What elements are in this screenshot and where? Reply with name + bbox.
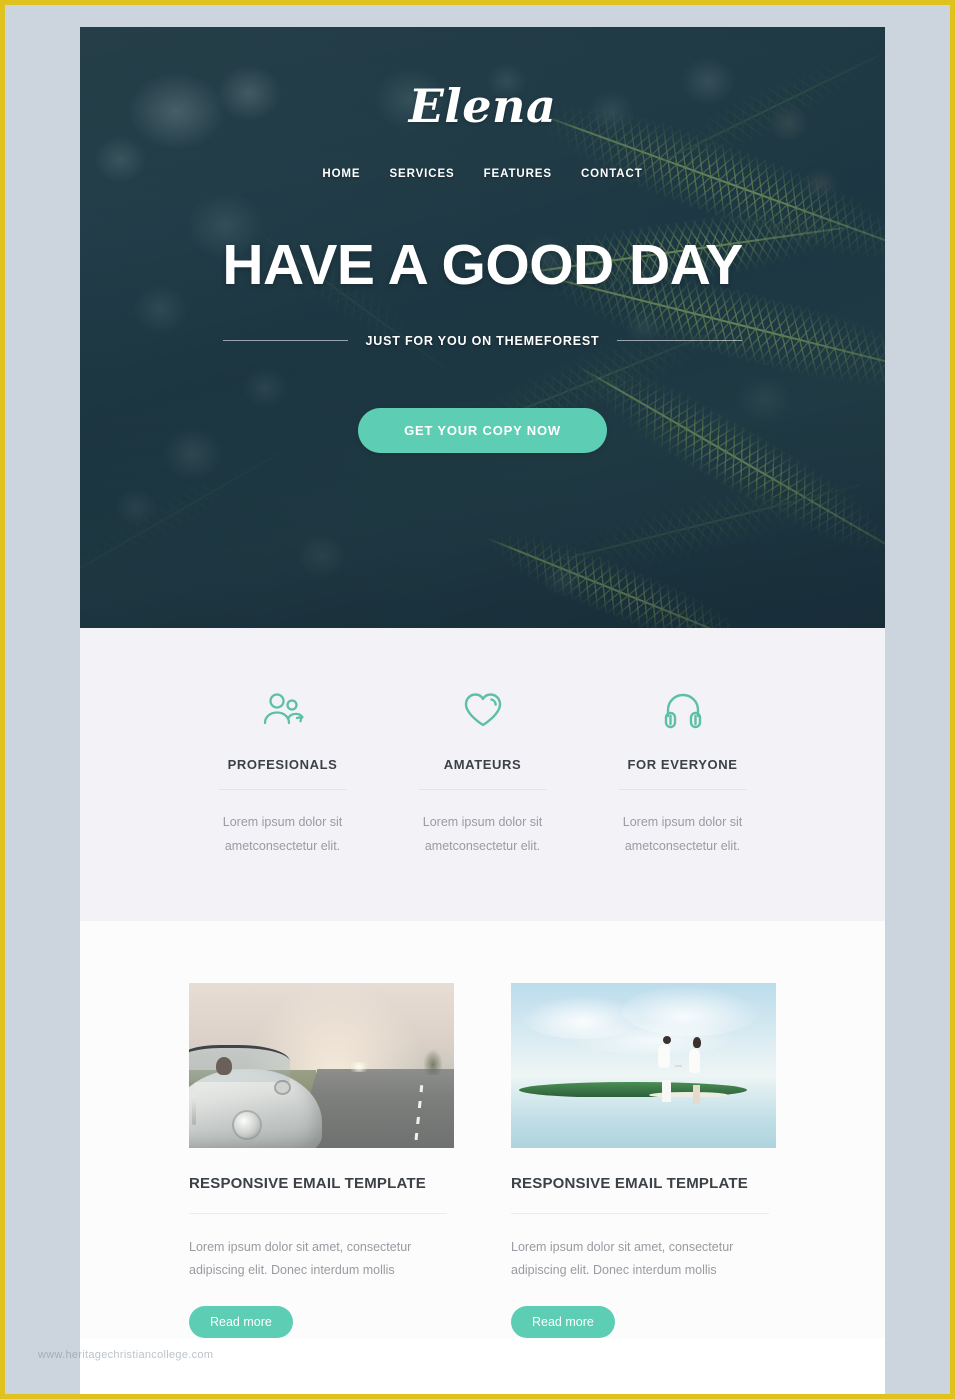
- users-icon: [191, 683, 375, 737]
- heart-icon: [391, 683, 575, 737]
- feature-text: Lorem ipsum dolor sit ametconsectetur el…: [422, 815, 543, 854]
- email-canvas: Elena HOME SERVICES FEATURES CONTACT HAV…: [80, 27, 885, 1394]
- hero-subtitle-row: JUST FOR YOU ON THEMEFOREST: [80, 334, 885, 348]
- card-divider: [189, 1212, 447, 1214]
- feature-item-profesionals: PROFESIONALS Lorem ipsum dolor sit ametc…: [183, 683, 383, 859]
- feature-title: AMATEURS: [443, 757, 522, 772]
- feature-divider: [218, 789, 347, 790]
- get-your-copy-button[interactable]: GET YOUR COPY NOW: [358, 407, 607, 453]
- card-title: RESPONSIVE EMAIL TEMPLATE: [189, 1174, 426, 1192]
- card-text: Lorem ipsum dolor sit amet, consectetur …: [511, 1239, 734, 1277]
- brand-logo: Elena: [408, 79, 557, 133]
- card-text: Lorem ipsum dolor sit amet, consectetur …: [189, 1239, 412, 1277]
- divider-right: [617, 340, 743, 342]
- article-card: RESPONSIVE EMAIL TEMPLATE Lorem ipsum do…: [511, 982, 776, 1338]
- feature-divider: [418, 789, 547, 790]
- hero-section: Elena HOME SERVICES FEATURES CONTACT HAV…: [80, 27, 885, 628]
- read-more-button[interactable]: Read more: [511, 1306, 615, 1338]
- page-background: Elena HOME SERVICES FEATURES CONTACT HAV…: [5, 5, 950, 1394]
- article-card: RESPONSIVE EMAIL TEMPLATE Lorem ipsum do…: [189, 982, 454, 1338]
- nav-item-services[interactable]: SERVICES: [389, 168, 454, 180]
- feature-title: FOR EVERYONE: [627, 757, 738, 772]
- articles-section: RESPONSIVE EMAIL TEMPLATE Lorem ipsum do…: [80, 920, 885, 1338]
- read-more-button[interactable]: Read more: [189, 1306, 293, 1338]
- nav-item-home[interactable]: HOME: [322, 168, 360, 180]
- nav-item-features[interactable]: FEATURES: [484, 168, 552, 180]
- features-section: PROFESIONALS Lorem ipsum dolor sit ametc…: [80, 628, 885, 921]
- main-navigation: HOME SERVICES FEATURES CONTACT: [80, 168, 885, 180]
- feature-item-for-everyone: FOR EVERYONE Lorem ipsum dolor sit ametc…: [583, 683, 783, 859]
- nav-item-contact[interactable]: CONTACT: [581, 168, 643, 180]
- feature-item-amateurs: AMATEURS Lorem ipsum dolor sit ametconse…: [383, 683, 583, 859]
- feature-text: Lorem ipsum dolor sit ametconsectetur el…: [222, 815, 343, 854]
- feature-text: Lorem ipsum dolor sit ametconsectetur el…: [622, 815, 743, 854]
- card-title: RESPONSIVE EMAIL TEMPLATE: [511, 1174, 748, 1192]
- card-image-car: [189, 982, 454, 1148]
- card-image-beach: [511, 982, 776, 1148]
- feature-divider: [618, 789, 747, 790]
- hero-subtitle: JUST FOR YOU ON THEMEFOREST: [365, 333, 600, 348]
- feature-title: PROFESIONALS: [227, 757, 338, 772]
- headphones-icon: [591, 683, 775, 737]
- divider-left: [222, 340, 348, 342]
- card-divider: [511, 1212, 769, 1214]
- hero-title: HAVE A GOOD DAY: [222, 233, 743, 297]
